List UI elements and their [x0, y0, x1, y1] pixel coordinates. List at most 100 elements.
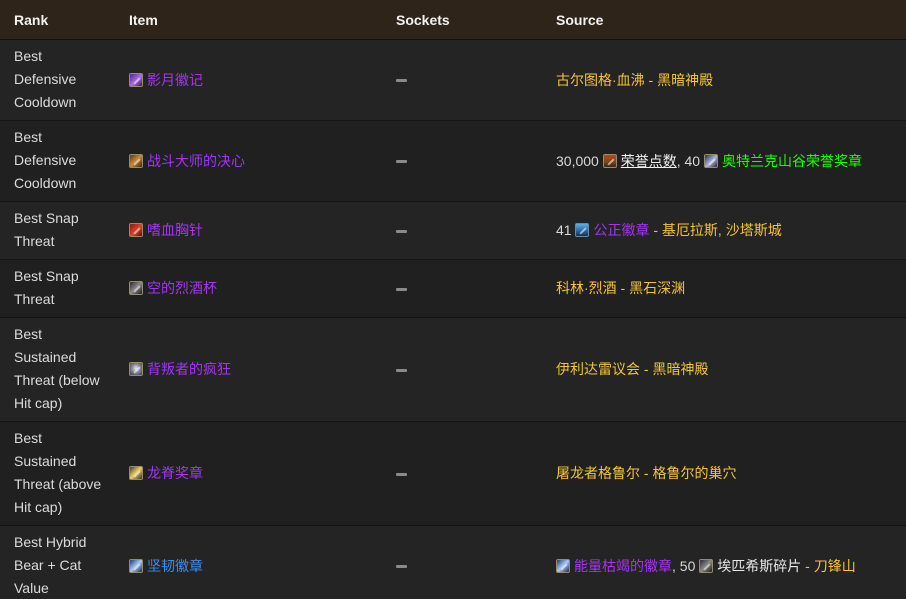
cost-amount: 41: [556, 222, 572, 238]
item-link[interactable]: 空的烈酒杯: [147, 280, 217, 296]
table-row: Best Sustained Threat (above Hit cap) 龙脊…: [0, 421, 906, 526]
header-rank: Rank: [0, 0, 115, 40]
currency-link[interactable]: 公正徽章: [593, 222, 649, 238]
honor-points-icon: [602, 153, 617, 168]
rank-cell: Best Sustained Threat (below Hit cap): [0, 318, 115, 422]
no-sockets-dash: [396, 287, 407, 291]
item-link[interactable]: 影月徽记: [147, 72, 203, 88]
brown-figure-icon[interactable]: [129, 153, 143, 168]
rank-line: Best: [14, 430, 43, 446]
no-sockets-dash: [396, 472, 407, 476]
table-header: Rank Item Sockets Source: [0, 0, 906, 40]
no-sockets-dash: [396, 368, 407, 372]
source-zone-link[interactable]: 黑石深渊: [629, 280, 685, 296]
gear-table: Rank Item Sockets Source Best Defensive …: [0, 0, 906, 599]
rank-line: Threat: [14, 291, 55, 307]
table-row: Best Hybrid Bear + Cat Value 坚韧徽章 能量枯竭的徽…: [0, 525, 906, 599]
sockets-cell: [382, 526, 542, 599]
source-zone-link[interactable]: 黑暗神殿: [652, 361, 708, 377]
sockets-cell: [382, 422, 542, 526]
purple-slash-icon[interactable]: [129, 72, 143, 87]
rank-line: Best Hybrid: [14, 534, 87, 550]
sockets-cell: [382, 40, 542, 121]
source-npc-link[interactable]: 古尔图格·血沸: [556, 72, 645, 88]
source-npc-link[interactable]: 基厄拉斯, 沙塔斯城: [662, 222, 782, 238]
rank-line: Cooldown: [14, 175, 77, 191]
header-item: Item: [115, 0, 382, 40]
badge-icon: [556, 558, 570, 573]
rank-line: Best: [14, 48, 43, 64]
header-source: Source: [542, 0, 906, 40]
red-feather-icon[interactable]: [129, 223, 143, 237]
item-link[interactable]: 背叛者的疯狂: [147, 361, 231, 377]
source-zone-link[interactable]: 格鲁尔的巢穴: [652, 465, 736, 481]
item-cell: 龙脊奖章: [115, 422, 382, 526]
item-link[interactable]: 龙脊奖章: [147, 465, 203, 481]
justice-badge-icon: [575, 223, 590, 237]
source-separator: -: [644, 71, 658, 88]
no-sockets-dash: [396, 160, 407, 164]
cost-amount: 30,000: [556, 152, 599, 169]
sockets-cell: [382, 318, 542, 422]
item-cell: 背叛者的疯狂: [115, 318, 382, 422]
source-npc-link[interactable]: 科林·烈酒: [556, 280, 617, 296]
source-cell: 古尔图格·血沸 - 黑暗神殿: [542, 40, 906, 121]
source-separator: -: [616, 280, 630, 296]
source-npc-link[interactable]: 伊利达雷议会: [556, 361, 640, 377]
cost-amount: 40: [684, 152, 701, 169]
item-cell: 空的烈酒杯: [115, 260, 382, 318]
source-cell: 屠龙者格鲁尔 - 格鲁尔的巢穴: [542, 422, 906, 526]
source-zone-link[interactable]: 刀锋山: [814, 558, 856, 574]
item-link[interactable]: 嗜血胸针: [147, 222, 203, 238]
source-separator: -: [649, 222, 662, 238]
rank-cell: Best Defensive Cooldown: [0, 121, 115, 202]
currency-link[interactable]: 奥特兰克山谷荣誉奖章: [722, 153, 862, 169]
source-cell: 41 公正徽章 - 基厄拉斯, 沙塔斯城: [542, 202, 906, 260]
table-row: Best Defensive Cooldown 战斗大师的决心 30,000 荣…: [0, 120, 906, 202]
item-cell: 坚韧徽章: [115, 526, 382, 599]
table-row: Best Defensive Cooldown 影月徽记 古尔图格·血沸 - 黑…: [0, 39, 906, 121]
rank-cell: Best Sustained Threat (above Hit cap): [0, 422, 115, 526]
apexis-shard-icon: [699, 558, 714, 573]
rank-line: Best Snap: [14, 210, 79, 226]
skull-icon[interactable]: [129, 362, 143, 376]
source-separator: -: [801, 557, 814, 574]
sockets-cell: [382, 121, 542, 202]
rank-line: Sustained: [14, 453, 77, 469]
sockets-cell: [382, 260, 542, 318]
header-sockets: Sockets: [382, 0, 542, 40]
item-cell: 影月徽记: [115, 40, 382, 121]
source-npc-link[interactable]: 屠龙者格鲁尔: [556, 465, 640, 481]
cost-separator: ,: [672, 557, 680, 574]
source-separator: -: [640, 361, 653, 377]
rank-line: Cooldown: [14, 94, 77, 110]
no-sockets-dash: [396, 565, 407, 569]
sockets-cell: [382, 202, 542, 260]
item-link[interactable]: 战斗大师的决心: [147, 153, 245, 169]
currency-link[interactable]: 荣誉点数: [621, 153, 677, 169]
currency-link[interactable]: 埃匹希斯碎片: [717, 558, 801, 574]
dark-mug-icon[interactable]: [129, 281, 143, 295]
source-zone-link[interactable]: 黑暗神殿: [657, 72, 713, 88]
rank-line: Defensive: [14, 71, 77, 87]
source-cell: 能量枯竭的徽章, 50 埃匹希斯碎片 - 刀锋山: [542, 526, 906, 599]
table-row: Best Sustained Threat (below Hit cap) 背叛…: [0, 317, 906, 422]
cost-amount: 50: [679, 557, 696, 574]
cost-separator: ,: [676, 152, 685, 169]
rank-line: Best: [14, 129, 43, 145]
rank-cell: Best Defensive Cooldown: [0, 40, 115, 121]
rank-cell: Best Snap Threat: [0, 260, 115, 318]
rank-line: Bear + Cat: [14, 557, 82, 573]
item-link[interactable]: 坚韧徽章: [147, 558, 203, 574]
item-cell: 嗜血胸针: [115, 202, 382, 260]
source-separator: -: [640, 465, 653, 481]
rank-line: Best Snap: [14, 268, 79, 284]
currency-link[interactable]: 能量枯竭的徽章: [574, 558, 672, 574]
rank-line: Value: [14, 580, 49, 596]
no-sockets-dash: [396, 229, 407, 233]
blue-badge-icon[interactable]: [129, 558, 143, 573]
rank-cell: Best Snap Threat: [0, 202, 115, 260]
rank-line: Defensive: [14, 152, 77, 168]
alterac-mark-icon: [703, 153, 718, 168]
gold-claw-icon[interactable]: [129, 466, 143, 480]
